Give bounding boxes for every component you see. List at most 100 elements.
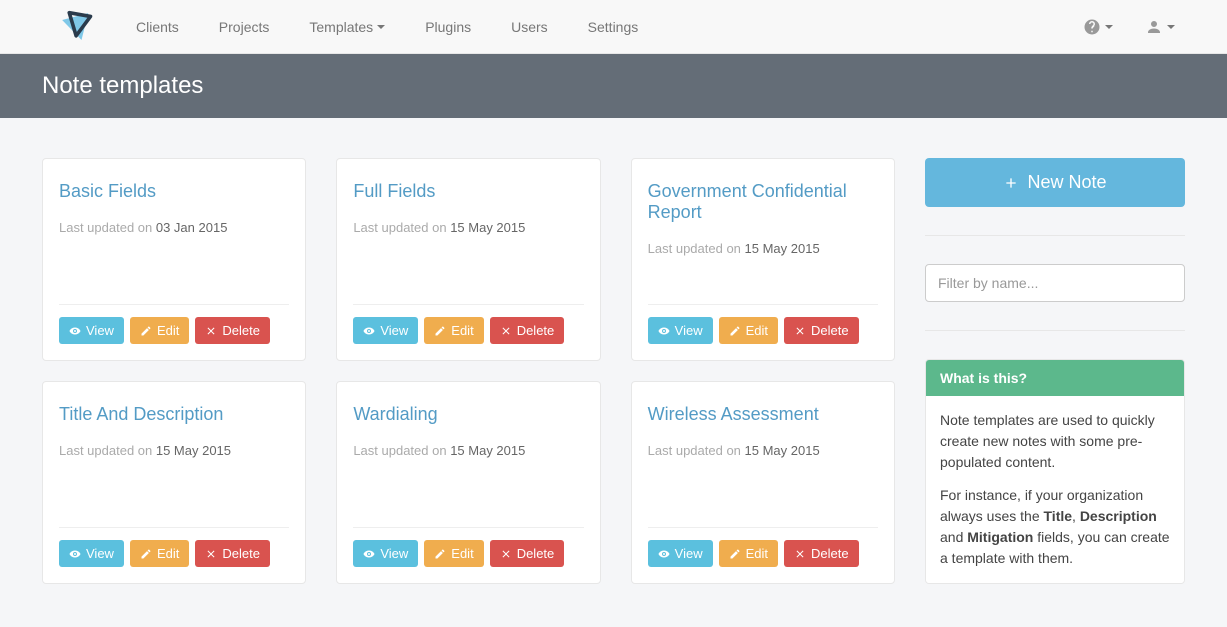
app-logo[interactable] xyxy=(60,9,96,45)
view-button[interactable]: View xyxy=(59,317,124,344)
view-label: View xyxy=(86,323,114,338)
view-button[interactable]: View xyxy=(353,317,418,344)
chevron-down-icon xyxy=(1105,25,1113,29)
delete-label: Delete xyxy=(811,323,849,338)
card-actions: View Edit Delete xyxy=(59,317,289,344)
view-button[interactable]: View xyxy=(59,540,124,567)
nav-clients[interactable]: Clients xyxy=(116,3,199,51)
divider xyxy=(648,304,878,305)
template-title[interactable]: Wardialing xyxy=(353,404,583,425)
edit-button[interactable]: Edit xyxy=(719,540,778,567)
nav-plugins[interactable]: Plugins xyxy=(405,3,491,51)
help-panel-body: Note templates are used to quickly creat… xyxy=(926,396,1184,583)
nav-projects[interactable]: Projects xyxy=(199,3,290,51)
help-panel-heading: What is this? xyxy=(926,360,1184,396)
delete-label: Delete xyxy=(517,323,555,338)
template-meta: Last updated on 15 May 2015 xyxy=(353,443,583,507)
last-updated-label: Last updated on xyxy=(59,220,156,235)
plus-icon xyxy=(1003,175,1019,191)
delete-button[interactable]: Delete xyxy=(490,540,565,567)
nav-settings[interactable]: Settings xyxy=(568,3,659,51)
card-actions: View Edit Delete xyxy=(353,540,583,567)
help-panel: What is this? Note templates are used to… xyxy=(925,359,1185,584)
pencil-icon xyxy=(140,325,152,337)
delete-label: Delete xyxy=(811,546,849,561)
delete-button[interactable]: Delete xyxy=(784,317,859,344)
template-date: 15 May 2015 xyxy=(450,443,525,458)
template-date: 15 May 2015 xyxy=(156,443,231,458)
template-title[interactable]: Title And Description xyxy=(59,404,289,425)
template-card: Government Confidential Report Last upda… xyxy=(631,158,895,361)
divider xyxy=(648,527,878,528)
help-menu[interactable] xyxy=(1071,8,1125,46)
template-title[interactable]: Wireless Assessment xyxy=(648,404,878,425)
edit-label: Edit xyxy=(157,546,179,561)
user-menu[interactable] xyxy=(1133,8,1187,46)
chevron-down-icon xyxy=(377,25,385,29)
template-date: 03 Jan 2015 xyxy=(156,220,228,235)
template-meta: Last updated on 15 May 2015 xyxy=(648,443,878,507)
edit-label: Edit xyxy=(451,546,473,561)
x-icon xyxy=(500,548,512,560)
nav-templates-label: Templates xyxy=(309,19,373,35)
divider xyxy=(353,304,583,305)
x-icon xyxy=(794,548,806,560)
help-text-1: Note templates are used to quickly creat… xyxy=(940,410,1170,473)
template-title[interactable]: Full Fields xyxy=(353,181,583,202)
eye-icon xyxy=(363,325,375,337)
delete-label: Delete xyxy=(222,546,260,561)
eye-icon xyxy=(658,325,670,337)
view-label: View xyxy=(675,323,703,338)
delete-button[interactable]: Delete xyxy=(195,540,270,567)
edit-button[interactable]: Edit xyxy=(130,540,189,567)
card-actions: View Edit Delete xyxy=(59,540,289,567)
nav-templates[interactable]: Templates xyxy=(289,3,405,51)
view-label: View xyxy=(380,323,408,338)
divider xyxy=(59,527,289,528)
template-card: Basic Fields Last updated on 03 Jan 2015… xyxy=(42,158,306,361)
pencil-icon xyxy=(729,325,741,337)
chevron-down-icon xyxy=(1167,25,1175,29)
x-icon xyxy=(500,325,512,337)
eye-icon xyxy=(658,548,670,560)
template-card: Full Fields Last updated on 15 May 2015 … xyxy=(336,158,600,361)
delete-label: Delete xyxy=(222,323,260,338)
edit-button[interactable]: Edit xyxy=(424,317,483,344)
delete-button[interactable]: Delete xyxy=(195,317,270,344)
edit-button[interactable]: Edit xyxy=(130,317,189,344)
divider xyxy=(353,527,583,528)
divider xyxy=(59,304,289,305)
nav-users[interactable]: Users xyxy=(491,3,568,51)
card-actions: View Edit Delete xyxy=(648,317,878,344)
view-button[interactable]: View xyxy=(353,540,418,567)
edit-label: Edit xyxy=(746,323,768,338)
template-meta: Last updated on 15 May 2015 xyxy=(353,220,583,284)
pencil-icon xyxy=(434,325,446,337)
view-button[interactable]: View xyxy=(648,540,713,567)
template-cards-grid: Basic Fields Last updated on 03 Jan 2015… xyxy=(42,158,895,584)
card-actions: View Edit Delete xyxy=(353,317,583,344)
view-label: View xyxy=(86,546,114,561)
edit-button[interactable]: Edit xyxy=(719,317,778,344)
x-icon xyxy=(794,325,806,337)
template-meta: Last updated on 03 Jan 2015 xyxy=(59,220,289,284)
template-title[interactable]: Basic Fields xyxy=(59,181,289,202)
template-date: 15 May 2015 xyxy=(745,443,820,458)
nav-links: Clients Projects Templates Plugins Users… xyxy=(116,3,1071,51)
sidebar: New Note What is this? Note templates ar… xyxy=(925,158,1185,584)
delete-button[interactable]: Delete xyxy=(490,317,565,344)
template-card: Wireless Assessment Last updated on 15 M… xyxy=(631,381,895,584)
filter-input[interactable] xyxy=(925,264,1185,302)
template-title[interactable]: Government Confidential Report xyxy=(648,181,878,223)
pencil-icon xyxy=(729,548,741,560)
delete-button[interactable]: Delete xyxy=(784,540,859,567)
last-updated-label: Last updated on xyxy=(353,220,450,235)
template-date: 15 May 2015 xyxy=(450,220,525,235)
template-card: Wardialing Last updated on 15 May 2015 V… xyxy=(336,381,600,584)
template-date: 15 May 2015 xyxy=(745,241,820,256)
nav-right xyxy=(1071,8,1187,46)
delete-label: Delete xyxy=(517,546,555,561)
view-button[interactable]: View xyxy=(648,317,713,344)
new-note-button[interactable]: New Note xyxy=(925,158,1185,207)
edit-button[interactable]: Edit xyxy=(424,540,483,567)
